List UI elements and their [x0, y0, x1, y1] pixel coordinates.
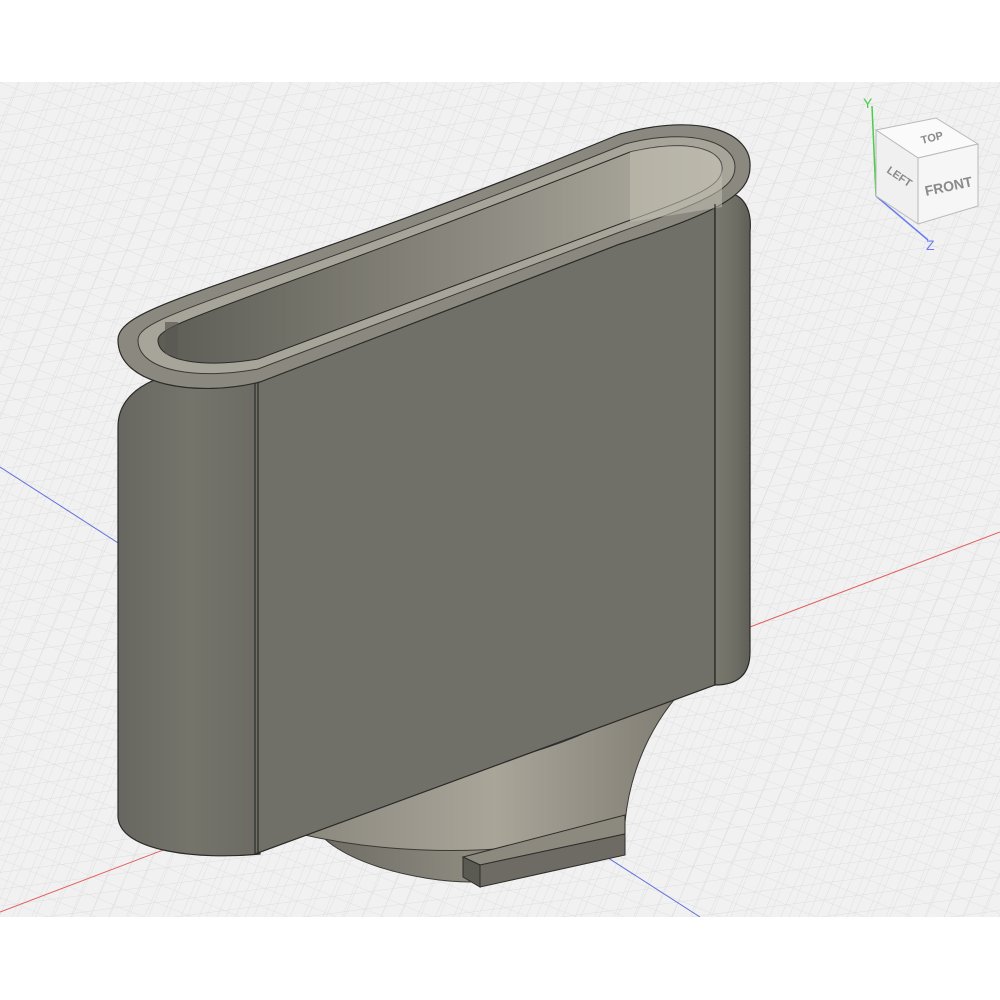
3d-viewport[interactable]: Y Z TOP FRONT LEFT	[0, 82, 1000, 917]
z-axis-label: Z	[926, 237, 935, 252]
y-axis-label: Y	[863, 95, 873, 111]
y-axis-indicator	[871, 105, 877, 197]
view-cube[interactable]: Y Z TOP FRONT LEFT	[850, 92, 980, 253]
